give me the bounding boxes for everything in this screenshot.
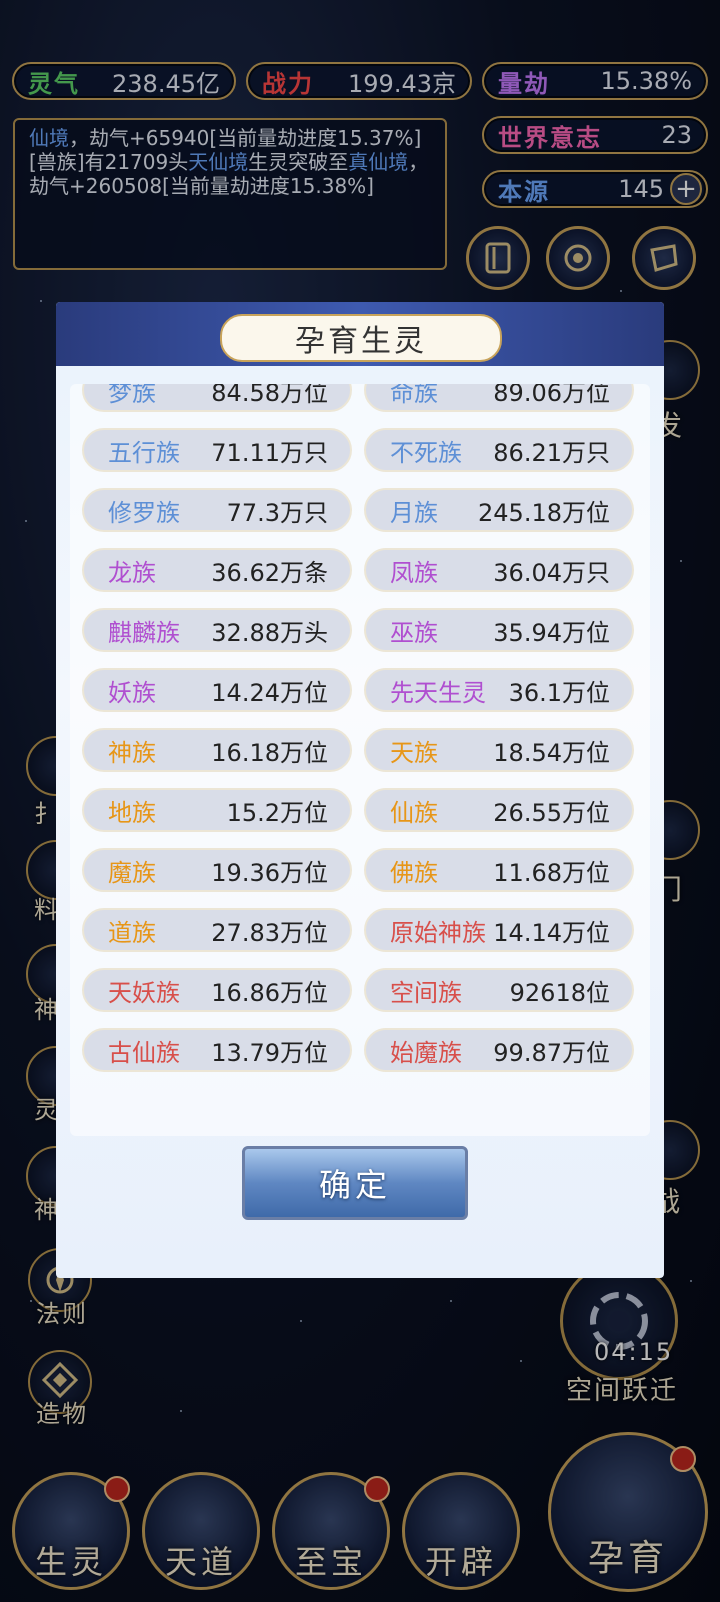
race-cell: 始魔族 99.87万位 [364,1028,634,1072]
race-count: 71.11万只 [211,438,328,467]
race-name: 五行族 [108,438,180,467]
race-name: 天妖族 [108,978,180,1007]
race-cell: 月族 245.18万位 [364,488,634,532]
race-cell: 道族 27.83万位 [82,908,352,952]
race-name: 地族 [108,798,156,827]
race-cell: 凤族 36.04万只 [364,548,634,592]
race-name: 始魔族 [390,1038,462,1067]
race-cell: 命族 89.06万位 [364,384,634,412]
race-cell: 神族 16.18万位 [82,728,352,772]
race-count: 16.86万位 [211,978,328,1007]
race-count: 36.1万位 [508,678,610,707]
race-count: 18.54万位 [493,738,610,767]
race-count: 26.55万位 [493,798,610,827]
yunyu-modal: 孕育生灵 梦族 84.58万位 命族 89.06万位五行族 71.11万只 不死族 86.2… [56,302,664,1278]
race-count: 99.87万位 [493,1038,610,1067]
race-count: 32.88万头 [211,618,328,647]
race-cell: 原始神族 14.14万位 [364,908,634,952]
confirm-button[interactable]: 确定 [242,1146,468,1220]
race-name: 不死族 [390,438,462,467]
race-name: 命族 [390,384,438,407]
race-count: 89.06万位 [493,384,610,407]
race-name: 天族 [390,738,438,767]
race-cell: 龙族 36.62万条 [82,548,352,592]
race-name: 麒麟族 [108,618,180,647]
race-name: 先天生灵 [390,678,486,707]
race-count: 11.68万位 [493,858,610,887]
race-name: 梦族 [108,384,156,407]
race-name: 道族 [108,918,156,947]
race-cell: 佛族 11.68万位 [364,848,634,892]
race-name: 古仙族 [108,1038,180,1067]
race-cell: 梦族 84.58万位 [82,384,352,412]
race-cell: 天族 18.54万位 [364,728,634,772]
modal-header: 孕育生灵 [56,302,664,366]
race-count: 245.18万位 [478,498,610,527]
race-cell: 空间族 92618位 [364,968,634,1012]
race-count: 16.18万位 [211,738,328,767]
race-name: 魔族 [108,858,156,887]
race-cell: 妖族 14.24万位 [82,668,352,712]
race-count: 19.36万位 [211,858,328,887]
race-cell: 修罗族 77.3万只 [82,488,352,532]
race-list[interactable]: 梦族 84.58万位 命族 89.06万位五行族 71.11万只 不死族 86.21万只修罗… [70,384,650,1136]
race-count: 84.58万位 [211,384,328,407]
race-cell: 仙族 26.55万位 [364,788,634,832]
race-cell: 不死族 86.21万只 [364,428,634,472]
race-cell: 天妖族 16.86万位 [82,968,352,1012]
race-count: 36.62万条 [211,558,328,587]
race-name: 妖族 [108,678,156,707]
race-name: 巫族 [390,618,438,647]
race-count: 36.04万只 [493,558,610,587]
race-name: 龙族 [108,558,156,587]
race-cell: 地族 15.2万位 [82,788,352,832]
race-cell: 五行族 71.11万只 [82,428,352,472]
modal-title: 孕育生灵 [220,314,502,362]
race-cell: 先天生灵 36.1万位 [364,668,634,712]
race-name: 原始神族 [390,918,486,947]
race-name: 月族 [390,498,438,527]
race-name: 仙族 [390,798,438,827]
race-count: 14.24万位 [211,678,328,707]
race-count: 92618位 [509,978,610,1007]
race-name: 空间族 [390,978,462,1007]
race-cell: 巫族 35.94万位 [364,608,634,652]
race-cell: 魔族 19.36万位 [82,848,352,892]
race-name: 凤族 [390,558,438,587]
race-cell: 古仙族 13.79万位 [82,1028,352,1072]
race-name: 神族 [108,738,156,767]
race-count: 35.94万位 [493,618,610,647]
race-count: 27.83万位 [211,918,328,947]
race-count: 77.3万只 [226,498,328,527]
race-count: 13.79万位 [211,1038,328,1067]
race-cell: 麒麟族 32.88万头 [82,608,352,652]
race-name: 佛族 [390,858,438,887]
race-count: 15.2万位 [226,798,328,827]
race-grid: 梦族 84.58万位 命族 89.06万位五行族 71.11万只 不死族 86.21万只修罗… [82,384,642,1072]
race-name: 修罗族 [108,498,180,527]
race-count: 14.14万位 [493,918,610,947]
race-count: 86.21万只 [493,438,610,467]
